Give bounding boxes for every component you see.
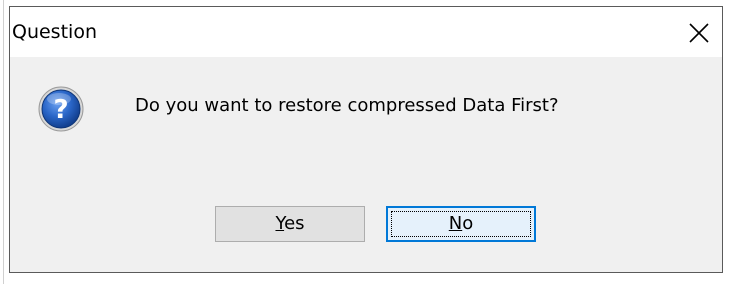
yes-button[interactable]: Yes: [215, 206, 365, 242]
no-label-rest: o: [462, 213, 474, 234]
svg-text:?: ?: [53, 95, 68, 125]
close-icon: [689, 23, 709, 43]
background-edge: [3, 0, 4, 284]
yes-label-rest: es: [284, 213, 305, 234]
question-dialog: Question ? Do you want to restore compre…: [9, 6, 723, 273]
title-bar[interactable]: Question: [10, 7, 722, 57]
yes-mnemonic: Y: [275, 213, 285, 234]
close-button[interactable]: [676, 7, 722, 57]
question-icon: ?: [37, 85, 85, 133]
no-mnemonic: N: [448, 213, 463, 234]
no-button[interactable]: No: [386, 206, 536, 242]
dialog-message: Do you want to restore compressed Data F…: [135, 95, 559, 116]
window-title: Question: [12, 21, 97, 43]
